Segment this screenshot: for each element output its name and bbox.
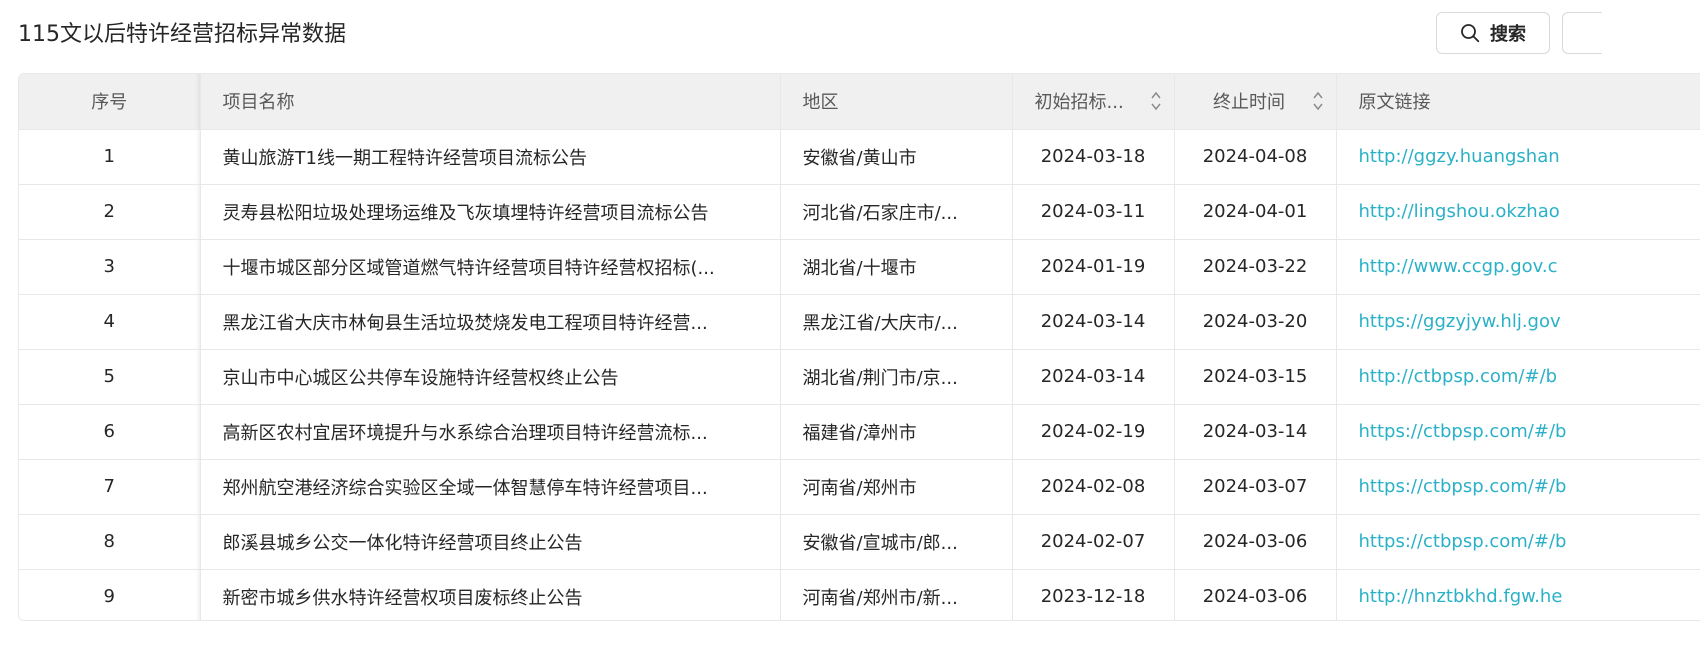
table-row[interactable]: 6 高新区农村宜居环境提升与水系综合治理项目特许经营流标... 福建省/漳州市 202… <box>19 404 1700 460</box>
cell-region: 安徽省/黄山市 <box>780 129 1013 185</box>
cell-project-name: 高新区农村宜居环境提升与水系综合治理项目特许经营流标... <box>200 404 781 460</box>
column-header-project-name: 项目名称 <box>200 74 781 130</box>
column-header-start-date[interactable]: 初始招标... <box>1012 74 1175 130</box>
table-row[interactable]: 9 新密市城乡供水特许经营权项目废标终止公告 河南省/郑州市/新... 2023-12… <box>19 569 1700 620</box>
column-header-region: 地区 <box>780 74 1013 130</box>
column-header-end-date-label: 终止时间 <box>1213 92 1285 114</box>
cell-region: 河北省/石家庄市/... <box>780 184 1013 240</box>
search-icon <box>1461 24 1480 43</box>
cell-region: 湖北省/十堰市 <box>780 239 1013 295</box>
cell-index: 4 <box>19 294 201 350</box>
table-row[interactable]: 1 黄山旅游T1线一期工程特许经营项目流标公告 安徽省/黄山市 2024-03-18 2… <box>19 129 1700 185</box>
cell-region: 福建省/漳州市 <box>780 404 1013 460</box>
column-header-start-date-label: 初始招标... <box>1034 92 1124 114</box>
cell-start-date: 2024-02-19 <box>1012 404 1175 460</box>
cell-index: 3 <box>19 239 201 295</box>
column-header-source-link: 原文链接 <box>1336 74 1700 130</box>
cell-index: 6 <box>19 404 201 460</box>
cell-end-date: 2024-03-06 <box>1174 514 1337 570</box>
cell-source-link[interactable]: https://ggzyjyw.hlj.gov <box>1336 294 1700 350</box>
cell-region: 安徽省/宣城市/郎... <box>780 514 1013 570</box>
sort-icon[interactable] <box>1150 90 1162 112</box>
cell-project-name: 黑龙江省大庆市林甸县生活垃圾焚烧发电工程项目特许经营... <box>200 294 781 350</box>
search-button[interactable]: 搜索 <box>1436 12 1550 54</box>
cell-project-name: 十堰市城区部分区域管道燃气特许经营项目特许经营权招标(... <box>200 239 781 295</box>
table-body: 1 黄山旅游T1线一期工程特许经营项目流标公告 安徽省/黄山市 2024-03-18 2… <box>19 129 1700 620</box>
cell-source-link[interactable]: http://ggzy.huangshan <box>1336 129 1700 185</box>
cell-index: 2 <box>19 184 201 240</box>
table-row[interactable]: 7 郑州航空港经济综合实验区全域一体智慧停车特许经营项目... 河南省/郑州市 202… <box>19 459 1700 515</box>
cell-source-link[interactable]: http://www.ccgp.gov.c <box>1336 239 1700 295</box>
table-row[interactable]: 4 黑龙江省大庆市林甸县生活垃圾焚烧发电工程项目特许经营... 黑龙江省/大庆市/.… <box>19 294 1700 350</box>
cell-project-name: 郎溪县城乡公交一体化特许经营项目终止公告 <box>200 514 781 570</box>
cell-end-date: 2024-03-22 <box>1174 239 1337 295</box>
cell-start-date: 2024-03-14 <box>1012 294 1175 350</box>
cell-start-date: 2024-02-07 <box>1012 514 1175 570</box>
cell-end-date: 2024-03-15 <box>1174 349 1337 405</box>
cell-index: 8 <box>19 514 201 570</box>
cell-start-date: 2024-02-08 <box>1012 459 1175 515</box>
cell-end-date: 2024-03-20 <box>1174 294 1337 350</box>
cell-source-link[interactable]: https://ctbpsp.com/#/b <box>1336 404 1700 460</box>
cell-region: 湖北省/荆门市/京... <box>780 349 1013 405</box>
cell-index: 1 <box>19 129 201 185</box>
cell-source-link[interactable]: https://ctbpsp.com/#/b <box>1336 459 1700 515</box>
cell-source-link[interactable]: http://ctbpsp.com/#/b <box>1336 349 1700 405</box>
cell-end-date: 2024-04-08 <box>1174 129 1337 185</box>
column-header-index: 序号 <box>19 74 201 130</box>
table-row[interactable]: 5 京山市中心城区公共停车设施特许经营权终止公告 湖北省/荆门市/京... 2024-… <box>19 349 1700 405</box>
cell-start-date: 2024-01-19 <box>1012 239 1175 295</box>
cell-start-date: 2023-12-18 <box>1012 569 1175 620</box>
cell-region: 黑龙江省/大庆市/... <box>780 294 1013 350</box>
cell-index: 7 <box>19 459 201 515</box>
cell-source-link[interactable]: http://hnztbkhd.fgw.he <box>1336 569 1700 620</box>
cell-end-date: 2024-03-07 <box>1174 459 1337 515</box>
cell-region: 河南省/郑州市 <box>780 459 1013 515</box>
page-title: 115文以后特许经营招标异常数据 <box>18 22 346 47</box>
more-button[interactable] <box>1562 12 1602 54</box>
cell-project-name: 京山市中心城区公共停车设施特许经营权终止公告 <box>200 349 781 405</box>
sort-icon[interactable] <box>1312 90 1324 112</box>
cell-project-name: 郑州航空港经济综合实验区全域一体智慧停车特许经营项目... <box>200 459 781 515</box>
cell-project-name: 黄山旅游T1线一期工程特许经营项目流标公告 <box>200 129 781 185</box>
cell-source-link[interactable]: http://lingshou.okzhao <box>1336 184 1700 240</box>
cell-index: 5 <box>19 349 201 405</box>
cell-index: 9 <box>19 569 201 620</box>
data-table: 序号 项目名称 地区 初始招标... 终止时间 原文链接 1 黄山旅游T1线一期… <box>18 73 1700 621</box>
cell-end-date: 2024-03-06 <box>1174 569 1337 620</box>
cell-end-date: 2024-03-14 <box>1174 404 1337 460</box>
cell-end-date: 2024-04-01 <box>1174 184 1337 240</box>
cell-project-name: 灵寿县松阳垃圾处理场运维及飞灰填埋特许经营项目流标公告 <box>200 184 781 240</box>
table-header-row: 序号 项目名称 地区 初始招标... 终止时间 原文链接 <box>19 74 1700 130</box>
cell-start-date: 2024-03-14 <box>1012 349 1175 405</box>
table-row[interactable]: 2 灵寿县松阳垃圾处理场运维及飞灰填埋特许经营项目流标公告 河北省/石家庄市/...… <box>19 184 1700 240</box>
table-row[interactable]: 8 郎溪县城乡公交一体化特许经营项目终止公告 安徽省/宣城市/郎... 2024-02… <box>19 514 1700 570</box>
cell-start-date: 2024-03-18 <box>1012 129 1175 185</box>
table-row[interactable]: 3 十堰市城区部分区域管道燃气特许经营项目特许经营权招标(... 湖北省/十堰市 20… <box>19 239 1700 295</box>
cell-project-name: 新密市城乡供水特许经营权项目废标终止公告 <box>200 569 781 620</box>
cell-source-link[interactable]: https://ctbpsp.com/#/b <box>1336 514 1700 570</box>
search-button-label: 搜索 <box>1490 24 1526 45</box>
cell-region: 河南省/郑州市/新... <box>780 569 1013 620</box>
cell-start-date: 2024-03-11 <box>1012 184 1175 240</box>
column-header-end-date[interactable]: 终止时间 <box>1174 74 1337 130</box>
